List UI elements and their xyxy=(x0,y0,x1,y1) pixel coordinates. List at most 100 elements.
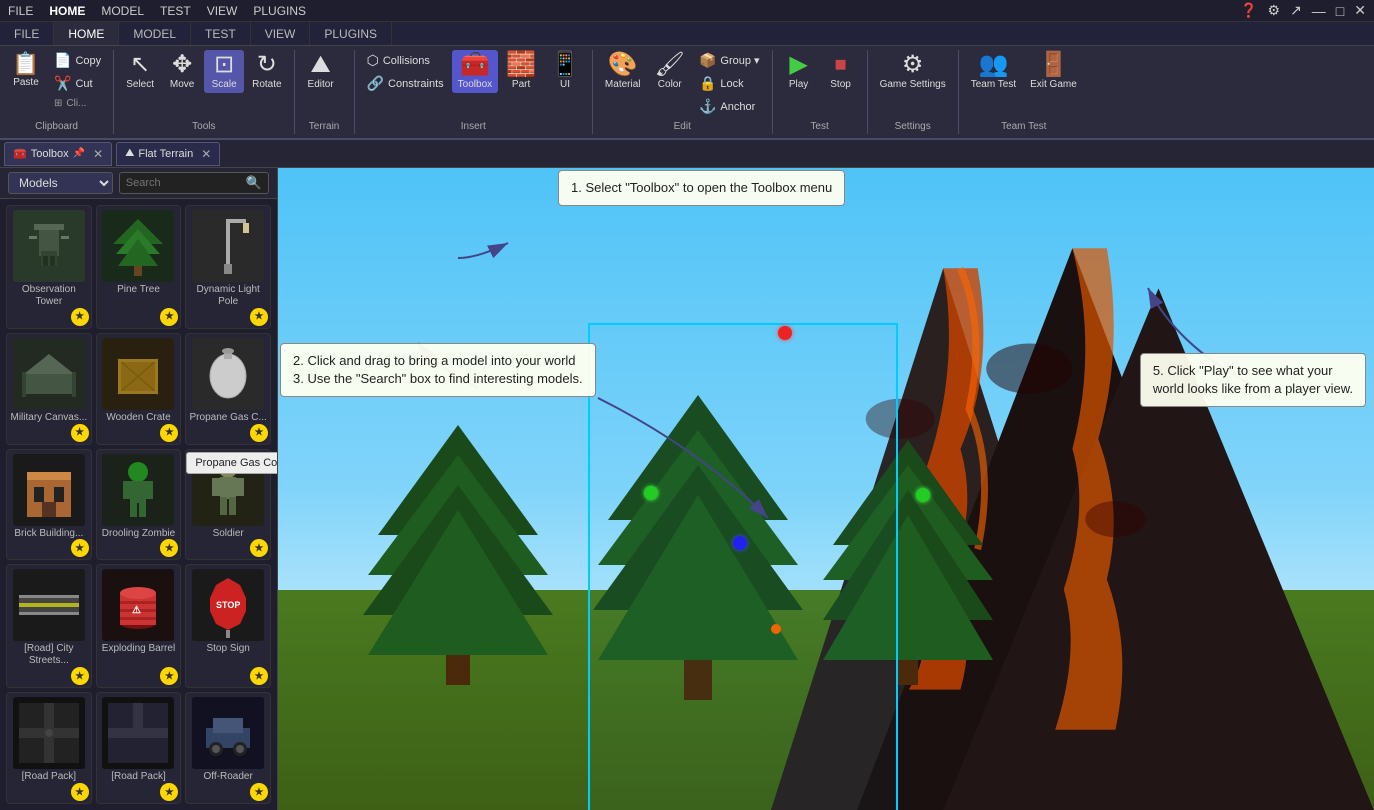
toolbox-tab-close[interactable]: ✕ xyxy=(93,147,103,161)
callout-play-line1: 5. Click "Play" to see what your xyxy=(1153,362,1353,380)
stop-button[interactable]: ⏹ Stop xyxy=(821,50,861,93)
category-select[interactable]: Models Meshes Images Audio xyxy=(8,172,113,194)
main-area: Models Meshes Images Audio 🔍 xyxy=(0,168,1374,810)
share-icon[interactable]: ↗ xyxy=(1290,2,1302,19)
ribbon-group-test: ▶ Play ⏹ Stop Test xyxy=(773,50,868,134)
model-name: [Road Pack] xyxy=(22,771,76,783)
toolbox-button[interactable]: 🧰 Toolbox xyxy=(452,50,498,93)
model-observation-tower[interactable]: ★ Observation Tower xyxy=(6,205,92,329)
ribbon: FILE HOME MODEL TEST VIEW PLUGINS 📋 Past… xyxy=(0,22,1374,140)
callout-play: 5. Click "Play" to see what your world l… xyxy=(1140,353,1366,407)
model-badge: ★ xyxy=(71,783,89,801)
menu-test[interactable]: TEST xyxy=(160,4,191,18)
handle-orange-bottom xyxy=(771,624,781,634)
tab-plugins[interactable]: PLUGINS xyxy=(310,22,392,45)
callout-drag-line2: 3. Use the "Search" box to find interest… xyxy=(293,370,583,388)
model-pine-tree[interactable]: ★ Pine Tree xyxy=(96,205,182,329)
toolbox-pin-icon[interactable]: 📌 xyxy=(73,148,85,159)
handle-blue-center xyxy=(733,536,747,550)
callout-toolbox-text: 1. Select "Toolbox" to open the Toolbox … xyxy=(571,180,832,195)
search-box[interactable]: 🔍 xyxy=(119,172,269,194)
constraints-button[interactable]: 🔗Constraints xyxy=(361,73,450,94)
game-settings-button[interactable]: ⚙ Game Settings xyxy=(874,50,952,93)
model-soldier[interactable]: ★ Soldier xyxy=(185,449,271,561)
ui-button[interactable]: 📱 UI xyxy=(544,50,586,93)
window-close[interactable]: ✕ xyxy=(1354,2,1366,19)
svg-text:⚠: ⚠ xyxy=(132,605,141,616)
model-off-roader[interactable]: ★ Off-Roader xyxy=(185,692,271,804)
tab-view[interactable]: VIEW xyxy=(251,22,311,45)
tab-model[interactable]: MODEL xyxy=(119,22,191,45)
material-button[interactable]: 🎨 Material xyxy=(599,50,647,93)
model-brick-building[interactable]: ★ Brick Building... xyxy=(6,449,92,561)
ribbon-group-tools: ↖ Select ✥ Move ⊡ Scale ↻ Rotate Tools xyxy=(114,50,294,134)
ribbon-content: 📋 Paste 📄Copy ✂️Cut ⊞Cli... Clipboard xyxy=(0,46,1374,138)
menu-plugins[interactable]: PLUGINS xyxy=(253,4,306,18)
toolbox-panel: Models Meshes Images Audio 🔍 xyxy=(0,168,278,810)
menu-model[interactable]: MODEL xyxy=(101,4,144,18)
exit-game-button[interactable]: 🚪 Exit Game xyxy=(1024,50,1083,93)
part-button[interactable]: 🧱 Part xyxy=(500,50,542,93)
model-wooden-crate[interactable]: ★ Wooden Crate xyxy=(96,333,182,445)
flat-terrain-tab-label: Flat Terrain xyxy=(138,148,193,160)
model-badge: ★ xyxy=(160,783,178,801)
color-button[interactable]: 🖌 Color xyxy=(649,50,691,93)
svg-text:STOP: STOP xyxy=(216,600,240,610)
anchor-button[interactable]: ⚓Anchor xyxy=(693,96,766,117)
menu-home[interactable]: HOME xyxy=(49,4,85,18)
model-exploding-barrel[interactable]: ⚠ ★ Exploding Barrel xyxy=(96,564,182,688)
settings-label: Settings xyxy=(874,119,952,134)
model-badge: ★ xyxy=(250,783,268,801)
window-maximize[interactable]: □ xyxy=(1336,3,1344,19)
rotate-button[interactable]: ↻ Rotate xyxy=(246,50,287,93)
paste-button[interactable]: 📋 Paste xyxy=(6,50,46,91)
model-badge: ★ xyxy=(160,667,178,685)
scale-button[interactable]: ⊡ Scale xyxy=(204,50,244,93)
model-road-pack-1[interactable]: ★ [Road Pack] xyxy=(6,692,92,804)
model-name: Brick Building... xyxy=(14,528,83,540)
model-road-pack-2[interactable]: ★ [Road Pack] xyxy=(96,692,182,804)
flat-terrain-tab-close[interactable]: ✕ xyxy=(201,147,211,161)
menu-file[interactable]: FILE xyxy=(8,4,33,18)
menu-view[interactable]: VIEW xyxy=(207,4,238,18)
model-name: Wooden Crate xyxy=(106,412,170,424)
viewport[interactable]: 1. Select "Toolbox" to open the Toolbox … xyxy=(278,168,1374,810)
callout-drag: 2. Click and drag to bring a model into … xyxy=(280,343,596,397)
window-minimize[interactable]: — xyxy=(1312,3,1326,19)
model-badge: ★ xyxy=(71,308,89,326)
copy-button[interactable]: 📄Copy xyxy=(48,50,107,71)
model-drooling-zombie[interactable]: ★ Drooling Zombie xyxy=(96,449,182,561)
search-icon: 🔍 xyxy=(246,175,262,191)
group-button[interactable]: 📦Group ▾ xyxy=(693,50,766,71)
selection-box xyxy=(588,323,898,810)
tree-left-group xyxy=(358,415,558,700)
terrain-editor-button[interactable]: ⛰ Editor xyxy=(301,50,341,93)
select-button[interactable]: ↖ Select xyxy=(120,50,160,93)
model-stop-sign[interactable]: STOP ★ Stop Sign xyxy=(185,564,271,688)
flat-terrain-tab[interactable]: ⛰ Flat Terrain ✕ xyxy=(116,142,220,166)
lock-button[interactable]: 🔒Lock xyxy=(693,73,766,94)
callout-drag-line1: 2. Click and drag to bring a model into … xyxy=(293,352,583,370)
model-name: Exploding Barrel xyxy=(102,643,175,655)
ribbon-group-settings: ⚙ Game Settings Settings xyxy=(868,50,959,134)
toolbox-tab[interactable]: 🧰 Toolbox 📌 ✕ xyxy=(4,142,112,166)
model-road-city[interactable]: ★ [Road] City Streets... xyxy=(6,564,92,688)
help-icon[interactable]: ❓ xyxy=(1240,2,1257,19)
tab-home[interactable]: HOME xyxy=(54,22,119,45)
clipboard-item-3[interactable]: ⊞Cli... xyxy=(48,96,107,111)
search-input[interactable] xyxy=(126,177,246,189)
model-propane-gas[interactable]: ★ Propane Gas C... Propane Gas Container xyxy=(185,333,271,445)
test-label: Test xyxy=(779,119,861,134)
model-dynamic-light-pole[interactable]: ★ Dynamic Light Pole xyxy=(185,205,271,329)
model-military-canvas[interactable]: ★ Military Canvas... xyxy=(6,333,92,445)
collisions-button[interactable]: ⬡Collisions xyxy=(361,50,450,71)
tab-file[interactable]: FILE xyxy=(0,22,54,45)
play-button[interactable]: ▶ Play xyxy=(779,50,819,93)
tab-test[interactable]: TEST xyxy=(191,22,251,45)
move-button[interactable]: ✥ Move xyxy=(162,50,202,93)
cut-button[interactable]: ✂️Cut xyxy=(48,73,107,94)
settings-icon[interactable]: ⚙ xyxy=(1268,2,1281,19)
model-badge: ★ xyxy=(160,539,178,557)
team-test-button[interactable]: 👥 Team Test xyxy=(965,50,1022,93)
model-name: [Road] City Streets... xyxy=(9,643,89,667)
